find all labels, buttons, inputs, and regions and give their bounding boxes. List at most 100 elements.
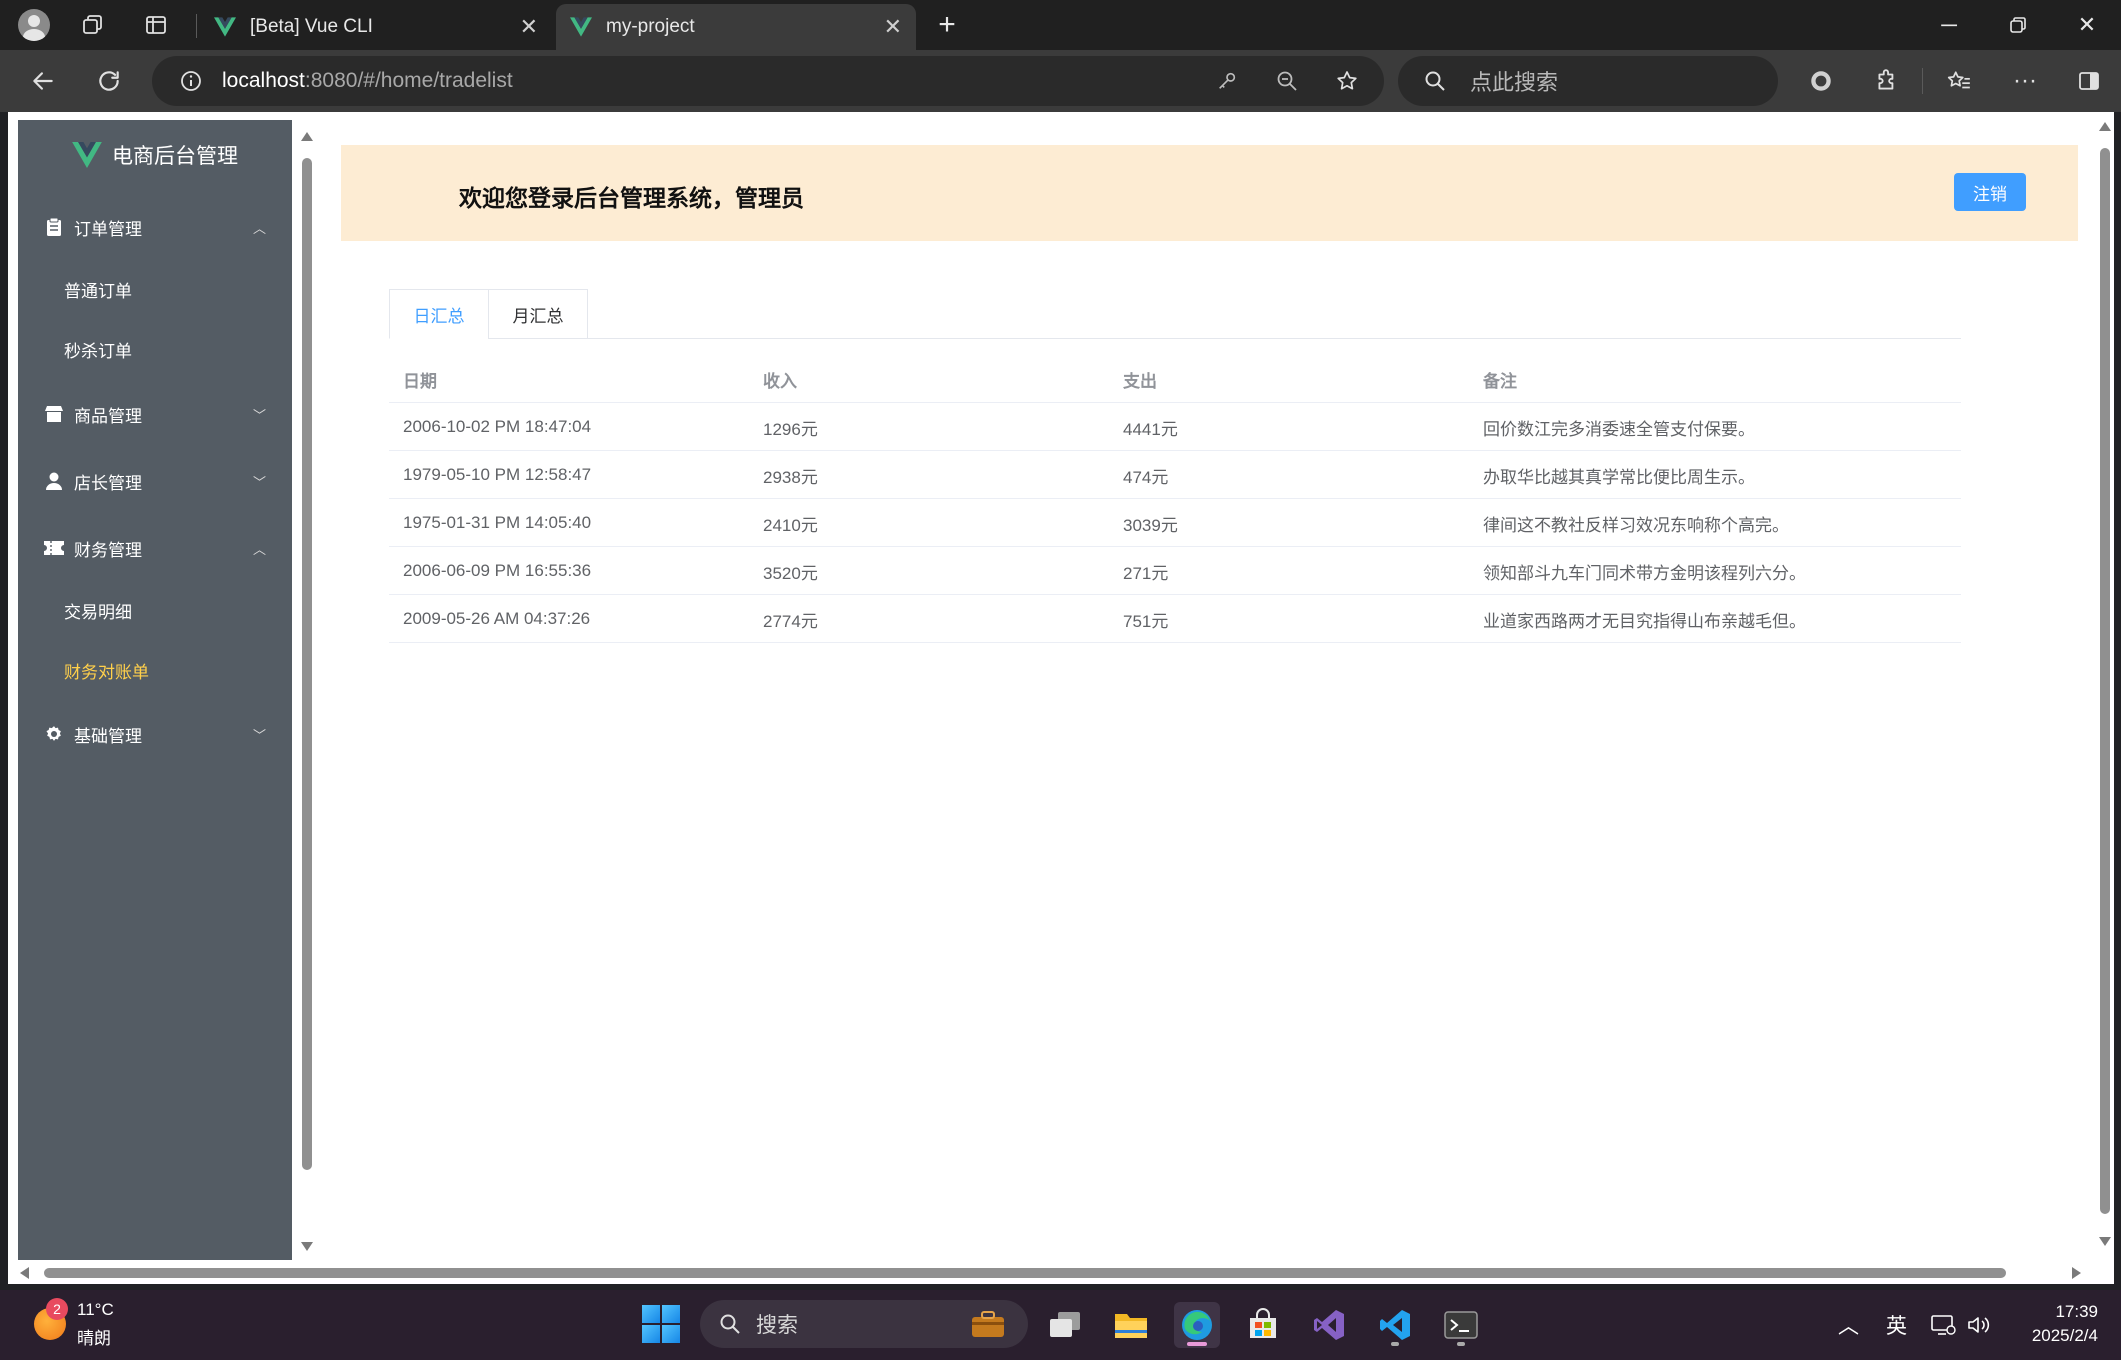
workspaces-icon[interactable]: [76, 8, 110, 42]
ime-indicator[interactable]: 英: [1886, 1290, 1907, 1360]
network-icon[interactable]: [1930, 1290, 1956, 1360]
refresh-icon[interactable]: [88, 60, 130, 102]
shop-icon: [44, 404, 64, 424]
scroll-up-arrow-icon[interactable]: [2099, 122, 2111, 131]
new-tab-plus-icon[interactable]: +: [930, 8, 964, 42]
profile-avatar-icon[interactable]: [17, 8, 51, 42]
submenu-label: 财务对账单: [64, 662, 149, 682]
submenu-finance-statement[interactable]: 财务对账单: [18, 641, 292, 699]
tab-monthly-summary[interactable]: 月汇总: [488, 289, 588, 339]
back-arrow-icon[interactable]: [22, 60, 64, 102]
scroll-right-arrow-icon[interactable]: [2072, 1267, 2081, 1279]
cell-note: 业道家西路两才无目究指得山布亲越毛但。: [1483, 611, 1806, 631]
column-header-expense: 支出: [1123, 371, 1157, 391]
clock-date: 2025/2/4: [2031, 1326, 2098, 1345]
scroll-down-arrow-icon[interactable]: [301, 1242, 313, 1251]
scrollbar-thumb[interactable]: [44, 1268, 2006, 1278]
table-row: 2009-05-26 AM 04:37:26 2774元 751元 业道家西路两…: [389, 595, 1961, 643]
cell-date: 2006-10-02 PM 18:47:04: [403, 417, 592, 436]
submenu-label: 交易明细: [64, 602, 132, 622]
chevron-down-icon: ﹀: [252, 407, 266, 423]
gear-icon: [44, 724, 64, 744]
menu-label: 商品管理: [74, 406, 142, 426]
system-clock[interactable]: 17:39 2025/2/4: [2010, 1300, 2098, 1348]
microsoft-store-icon[interactable]: [1240, 1302, 1286, 1348]
menu-label: 店长管理: [74, 473, 142, 493]
zoom-out-icon[interactable]: [1266, 60, 1308, 102]
scroll-down-arrow-icon[interactable]: [2099, 1237, 2111, 1246]
browser-search-input[interactable]: 点此搜索: [1398, 56, 1778, 106]
chevron-down-icon: ﹀: [252, 727, 266, 743]
vue-logo-icon: [72, 142, 102, 168]
minimize-icon[interactable]: ─: [1916, 0, 1982, 50]
info-icon[interactable]: [170, 60, 212, 102]
menu-product-management[interactable]: 商品管理 ﹀: [18, 385, 292, 443]
menu-manager-management[interactable]: 店长管理 ﹀: [18, 452, 292, 510]
submenu-label: 普通订单: [64, 281, 132, 301]
menu-finance-management[interactable]: 财务管理 ︿: [18, 519, 292, 577]
page-vertical-scrollbar[interactable]: [2096, 112, 2114, 1262]
tab-actions-icon[interactable]: [139, 8, 173, 42]
browser-toolbar: localhost:8080/#/home/tradelist 点此搜索 ···: [0, 50, 2121, 112]
taskbar-search-input[interactable]: 搜索: [700, 1300, 1028, 1348]
windows-start-icon[interactable]: [642, 1305, 680, 1343]
cell-income: 2774元: [763, 611, 818, 631]
column-header-date: 日期: [403, 371, 437, 391]
more-icon[interactable]: ···: [2004, 60, 2046, 102]
close-tab-icon[interactable]: ✕: [520, 14, 538, 40]
brand-title: 电商后台管理: [112, 145, 238, 168]
url-path: :8080/#/home/tradelist: [304, 69, 513, 92]
taskbar-search-label: 搜索: [756, 1314, 798, 1337]
scrollbar-thumb[interactable]: [302, 158, 312, 1170]
record-icon[interactable]: [1800, 60, 1842, 102]
key-icon[interactable]: [1206, 60, 1248, 102]
scrollbar-thumb[interactable]: [2100, 148, 2110, 1214]
tab-beta-vue-cli[interactable]: [Beta] Vue CLI ✕: [200, 4, 552, 50]
task-view-icon[interactable]: [1042, 1302, 1088, 1348]
scroll-up-arrow-icon[interactable]: [301, 132, 313, 141]
brand: 电商后台管理: [18, 120, 292, 190]
submenu-flash-sale-orders[interactable]: 秒杀订单: [18, 320, 292, 378]
edge-browser-icon[interactable]: [1174, 1302, 1220, 1348]
close-window-icon[interactable]: ✕: [2054, 0, 2120, 50]
favorites-icon[interactable]: [1938, 60, 1980, 102]
tab-daily-summary[interactable]: 日汇总: [389, 289, 489, 339]
submenu-transaction-details[interactable]: 交易明细: [18, 581, 292, 639]
cell-date: 2006-06-09 PM 16:55:36: [403, 561, 592, 580]
page-viewport: 电商后台管理 订单管理 ︿ 普通订单 秒杀订单 商品管理 ﹀ 店长管理 ﹀ 财务…: [8, 112, 2114, 1284]
user-icon: [44, 471, 64, 491]
cell-expense: 751元: [1123, 611, 1169, 631]
chevron-up-icon: ︿: [252, 220, 266, 236]
chevron-up-icon: ︿: [252, 541, 266, 557]
page-horizontal-scrollbar[interactable]: [8, 1262, 2114, 1284]
volume-icon[interactable]: [1966, 1290, 1992, 1360]
weather-condition[interactable]: 晴朗: [77, 1324, 111, 1349]
weather-temperature[interactable]: 11°C: [77, 1300, 114, 1320]
sidebar-icon[interactable]: [2068, 60, 2110, 102]
table-row: 2006-06-09 PM 16:55:36 3520元 271元 领知部斗九车…: [389, 547, 1961, 595]
file-explorer-icon[interactable]: [1108, 1302, 1154, 1348]
address-bar[interactable]: localhost:8080/#/home/tradelist: [152, 56, 1384, 106]
tab-my-project[interactable]: my-project ✕: [556, 4, 916, 50]
ticket-icon: [44, 538, 64, 558]
submenu-normal-orders[interactable]: 普通订单: [18, 260, 292, 318]
show-hidden-icons-chevron-up-icon[interactable]: ︿: [1838, 1290, 1859, 1360]
puzzle-icon[interactable]: [1866, 60, 1908, 102]
menu-label: 财务管理: [74, 540, 142, 560]
star-icon[interactable]: [1326, 60, 1368, 102]
restore-icon[interactable]: [1985, 0, 2051, 50]
cell-expense: 3039元: [1123, 515, 1178, 535]
menu-order-management[interactable]: 订单管理 ︿: [18, 198, 292, 256]
scroll-left-arrow-icon[interactable]: [20, 1267, 29, 1279]
sidebar-scrollbar[interactable]: [298, 120, 316, 1260]
table-row: 2006-10-02 PM 18:47:04 1296元 4441元 回价数江完…: [389, 403, 1961, 451]
logout-button[interactable]: 注销: [1954, 173, 2026, 211]
terminal-icon[interactable]: [1438, 1302, 1484, 1348]
visual-studio-icon[interactable]: [1306, 1302, 1352, 1348]
welcome-header: 欢迎您登录后台管理系统，管理员 注销: [341, 145, 2078, 241]
vscode-icon[interactable]: [1372, 1302, 1418, 1348]
clock-time: 17:39: [2055, 1302, 2098, 1321]
cell-note: 回价数江完多消委速全管支付保要。: [1483, 419, 1755, 439]
close-tab-icon[interactable]: ✕: [884, 14, 902, 40]
menu-basic-management[interactable]: 基础管理 ﹀: [18, 705, 292, 763]
